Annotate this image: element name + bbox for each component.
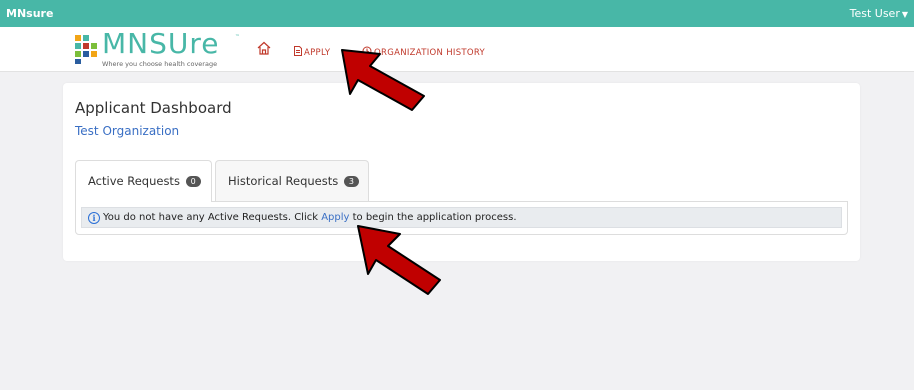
annotation-arrow-icon (357, 225, 441, 295)
mnsure-logo[interactable]: MNSUre ™ Where you choose health coverag… (74, 27, 240, 69)
user-name: Test User (849, 7, 900, 20)
dashboard-card: Applicant Dashboard Test Organization Ac… (63, 83, 860, 261)
document-icon (294, 46, 302, 56)
tab-pane: i You do not have any Active Requests. Cl… (75, 201, 848, 235)
tab-label: Historical Requests (228, 174, 339, 188)
home-icon[interactable] (256, 40, 272, 56)
caret-down-icon: ▼ (901, 10, 908, 19)
main-nav: MNSUre ™ Where you choose health coverag… (0, 27, 914, 72)
info-alert: i You do not have any Active Requests. Cl… (81, 207, 842, 228)
trademark-symbol: ™ (235, 34, 240, 40)
apply-nav-label: APPLY (304, 48, 331, 58)
logo-mark-icon (75, 35, 97, 64)
logo-wordmark: MNSUre (102, 27, 220, 60)
logo-tagline: Where you choose health coverage (102, 60, 218, 68)
alert-text-before: You do not have any Active Requests. Cli… (103, 212, 322, 223)
brand-name: MNsure (6, 7, 54, 20)
top-bar: MNsure Test User ▼ (0, 0, 914, 27)
page-title: Applicant Dashboard (75, 99, 232, 117)
tab-label: Active Requests (88, 174, 180, 188)
info-icon: i (88, 212, 100, 224)
tab-historical-requests[interactable]: Historical Requests 3 (215, 160, 369, 201)
tab-active-requests[interactable]: Active Requests 0 (75, 160, 212, 202)
apply-link[interactable]: Apply (321, 212, 349, 223)
apply-nav-link[interactable]: APPLY (294, 46, 330, 58)
organization-name: Test Organization (75, 124, 180, 138)
count-badge: 0 (185, 176, 201, 187)
count-badge: 3 (343, 176, 359, 187)
user-menu[interactable]: Test User ▼ (850, 7, 908, 20)
annotation-arrow-icon (341, 49, 425, 111)
